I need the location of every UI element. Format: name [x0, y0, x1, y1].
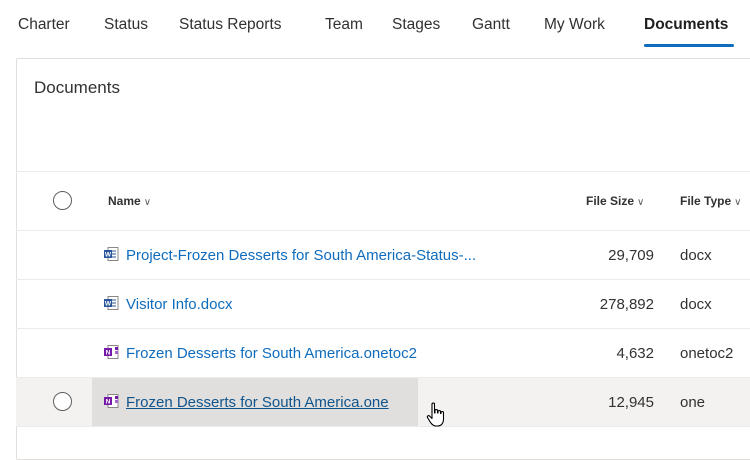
file-name-link[interactable]: Frozen Desserts for South America.onetoc…: [126, 345, 417, 362]
file-type: onetoc2: [680, 345, 734, 362]
svg-text:W: W: [105, 252, 112, 259]
column-header-file-size-label: File Size: [586, 194, 635, 208]
row-select-radio[interactable]: [53, 392, 72, 411]
chevron-down-icon: ∨: [734, 197, 742, 208]
column-header-row: Name ∨ File Size ∨ File Type ∨: [16, 171, 750, 231]
tab-status[interactable]: Status: [104, 16, 148, 34]
file-name-link[interactable]: Frozen Desserts for South America.one: [126, 394, 389, 411]
table-row[interactable]: W Project-Frozen Desserts for South Amer…: [16, 231, 750, 280]
column-header-name-label: Name: [108, 194, 141, 208]
hand-pointer-icon: [426, 402, 445, 427]
table-row[interactable]: N Frozen Desserts for South America.one …: [16, 378, 750, 427]
active-tab-indicator: [644, 44, 734, 47]
onenote-icon: N: [104, 394, 119, 408]
chevron-down-icon: ∨: [637, 197, 645, 208]
table-row[interactable]: W Visitor Info.docx 278,892 docx: [16, 280, 750, 329]
tab-charter[interactable]: Charter: [18, 16, 70, 34]
svg-text:N: N: [106, 350, 111, 357]
file-type: docx: [680, 296, 712, 313]
chevron-down-icon: ∨: [143, 197, 152, 208]
tab-stages[interactable]: Stages: [392, 16, 440, 34]
column-header-name[interactable]: Name ∨: [108, 194, 151, 208]
tab-documents[interactable]: Documents: [644, 16, 728, 34]
tab-team[interactable]: Team: [325, 16, 363, 34]
card-title: Documents: [34, 78, 120, 97]
file-size: 29,709: [608, 247, 654, 264]
tab-gantt[interactable]: Gantt: [472, 16, 510, 34]
file-size: 278,892: [599, 296, 654, 313]
word-doc-icon: W: [104, 247, 119, 261]
file-name-link[interactable]: Project-Frozen Desserts for South Americ…: [126, 247, 476, 264]
file-size: 12,945: [608, 394, 654, 411]
onenote-icon: N: [104, 345, 119, 359]
column-header-file-size[interactable]: File Size ∨: [586, 194, 644, 208]
svg-text:W: W: [105, 301, 112, 308]
word-doc-icon: W: [104, 296, 119, 310]
svg-text:N: N: [106, 399, 111, 406]
table-row[interactable]: N Frozen Desserts for South America.onet…: [16, 329, 750, 378]
tab-my-work[interactable]: My Work: [544, 16, 605, 34]
tab-status-reports[interactable]: Status Reports: [179, 16, 282, 34]
column-header-file-type[interactable]: File Type ∨: [680, 194, 741, 208]
file-size: 4,632: [616, 345, 654, 362]
tab-bar: Charter Status Status Reports Team Stage…: [0, 0, 750, 48]
file-type: docx: [680, 247, 712, 264]
select-all-radio[interactable]: [53, 191, 72, 210]
file-name-link[interactable]: Visitor Info.docx: [126, 296, 232, 313]
column-header-file-type-label: File Type: [680, 194, 732, 208]
file-type: one: [680, 394, 706, 411]
